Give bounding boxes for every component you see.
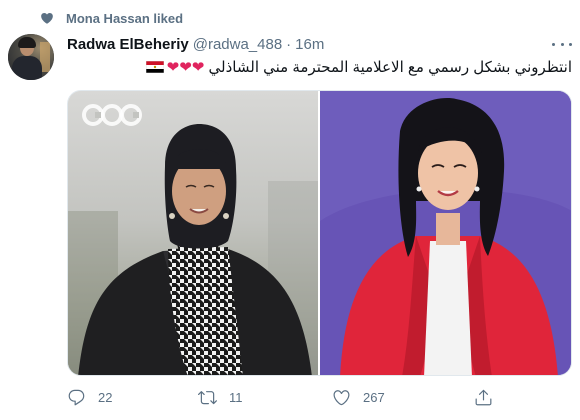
red-hearts-emoji: ❤❤❤: [166, 59, 205, 76]
social-context: Mona Hassan liked: [40, 10, 183, 26]
like-count: 267: [363, 390, 385, 405]
author-avatar[interactable]: [8, 34, 54, 80]
more-options-icon[interactable]: [552, 36, 572, 52]
author-name[interactable]: Radwa ElBeheriy: [67, 36, 189, 53]
tweet-media[interactable]: [67, 90, 572, 376]
retweet-action[interactable]: 11: [198, 388, 243, 407]
cbc-logo: [82, 104, 142, 126]
woman-in-red-jacket-photo: [320, 91, 571, 375]
retweet-icon: [198, 391, 217, 405]
reply-icon: [68, 389, 85, 406]
retweet-count: 11: [229, 390, 243, 405]
reply-action[interactable]: 22: [67, 388, 112, 407]
like-action[interactable]: 267: [332, 388, 385, 407]
like-heart-icon: [333, 390, 350, 406]
tweet-text: انتظروني بشكل رسمي مع الاعلامية المحترمة…: [100, 58, 572, 78]
photo-left[interactable]: [68, 91, 318, 375]
share-action[interactable]: [474, 388, 505, 407]
woman-in-hijab-photo: [68, 91, 318, 375]
heart-icon: [41, 13, 53, 24]
share-icon: [475, 389, 492, 406]
photo-right[interactable]: [320, 91, 571, 375]
liked-by-text[interactable]: Mona Hassan liked: [66, 11, 183, 26]
tweet-body: انتظروني بشكل رسمي مع الاعلامية المحترمة…: [208, 59, 572, 76]
tweet-header: Radwa ElBeheriy @radwa_488 · 16m: [67, 36, 324, 53]
reply-count: 22: [98, 390, 113, 405]
tweet-timestamp[interactable]: 16m: [295, 36, 324, 53]
author-handle[interactable]: @radwa_488: [193, 36, 282, 53]
emoji-group: ❤❤❤: [145, 58, 205, 78]
separator-dot: ·: [286, 36, 292, 53]
egypt-flag-emoji: [145, 61, 164, 73]
